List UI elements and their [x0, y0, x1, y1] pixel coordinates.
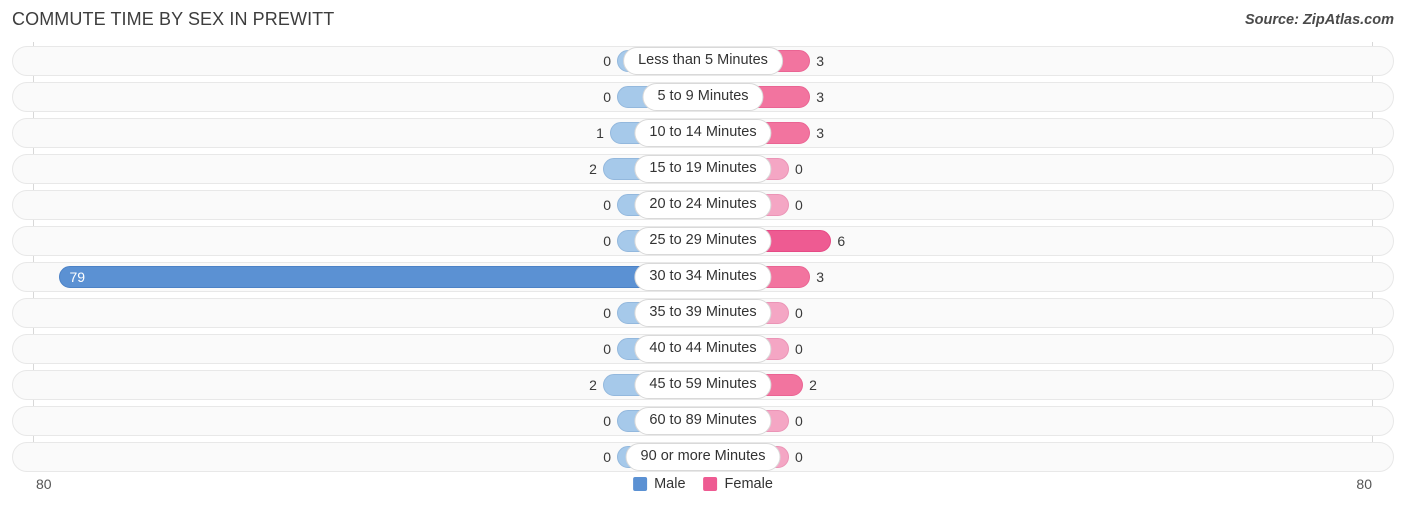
male-value-label: 2 — [589, 377, 597, 393]
category-label: Less than 5 Minutes — [623, 47, 783, 75]
male-value-label: 0 — [603, 89, 611, 105]
male-value-label: 1 — [596, 125, 604, 141]
row-inner: 2 2 45 to 59 Minutes — [13, 371, 1393, 399]
page-title: COMMUTE TIME BY SEX IN PREWITT — [12, 9, 335, 29]
male-value-label: 2 — [589, 161, 597, 177]
source-attribution: Source: ZipAtlas.com — [1244, 12, 1394, 28]
female-value-label: 0 — [795, 413, 803, 429]
male-value-label: 0 — [603, 413, 611, 429]
row-inner: 0 0 35 to 39 Minutes — [13, 299, 1393, 327]
table-row: 0 0 35 to 39 Minutes — [12, 298, 1394, 328]
female-value-label: 0 — [795, 341, 803, 357]
female-value-label: 3 — [816, 269, 824, 285]
row-inner: 1 3 10 to 14 Minutes — [13, 119, 1393, 147]
table-row: 2 0 15 to 19 Minutes — [12, 154, 1394, 184]
male-value-label: 0 — [603, 53, 611, 69]
male-bar — [59, 266, 703, 288]
category-label: 20 to 24 Minutes — [634, 191, 772, 219]
row-inner: 0 0 90 or more Minutes — [13, 443, 1393, 471]
male-value-label: 0 — [603, 233, 611, 249]
chart-legend: Male Female — [633, 476, 773, 492]
axis-tick-left: 80 — [36, 476, 52, 492]
category-label: 45 to 59 Minutes — [634, 371, 772, 399]
legend-label-female: Female — [724, 476, 773, 492]
table-row: 2 2 45 to 59 Minutes — [12, 370, 1394, 400]
male-value-label: 0 — [603, 197, 611, 213]
category-label: 30 to 34 Minutes — [634, 263, 772, 291]
table-row: 0 6 25 to 29 Minutes — [12, 226, 1394, 256]
male-value-label: 0 — [603, 449, 611, 465]
bar-rows: 0 3 Less than 5 Minutes 0 3 5 to 9 Minutes 1 3 1… — [0, 42, 1406, 472]
category-label: 60 to 89 Minutes — [634, 407, 772, 435]
row-inner: 0 6 25 to 29 Minutes — [13, 227, 1393, 255]
female-value-label: 3 — [816, 89, 824, 105]
category-label: 25 to 29 Minutes — [634, 227, 772, 255]
legend-swatch-female-icon — [703, 477, 718, 491]
chart-footer: 80 Male Female 80 — [0, 472, 1406, 514]
chart-plot-area: 0 3 Less than 5 Minutes 0 3 5 to 9 Minutes 1 3 1… — [0, 42, 1406, 472]
category-label: 10 to 14 Minutes — [634, 119, 772, 147]
row-inner: 2 0 15 to 19 Minutes — [13, 155, 1393, 183]
row-inner: 0 0 20 to 24 Minutes — [13, 191, 1393, 219]
category-label: 5 to 9 Minutes — [642, 83, 764, 111]
male-value-label: 79 — [69, 269, 86, 285]
legend-swatch-male-icon — [633, 477, 648, 491]
table-row: 0 3 5 to 9 Minutes — [12, 82, 1394, 112]
female-value-label: 0 — [795, 197, 803, 213]
legend-label-male: Male — [654, 476, 686, 492]
female-value-label: 6 — [837, 233, 846, 249]
female-value-label: 0 — [795, 449, 803, 465]
table-row: 79 3 30 to 34 Minutes — [12, 262, 1394, 292]
table-row: 0 0 40 to 44 Minutes — [12, 334, 1394, 364]
row-inner: 79 3 30 to 34 Minutes — [13, 263, 1393, 291]
axis-tick-right: 80 — [1356, 476, 1372, 492]
female-value-label: 3 — [816, 53, 824, 69]
male-value-label: 0 — [603, 341, 611, 357]
table-row: 0 0 60 to 89 Minutes — [12, 406, 1394, 436]
chart-header: COMMUTE TIME BY SEX IN PREWITT Source: Z… — [0, 0, 1406, 42]
legend-item-female[interactable]: Female — [703, 476, 773, 492]
table-row: 0 3 Less than 5 Minutes — [12, 46, 1394, 76]
category-label: 90 or more Minutes — [625, 443, 781, 471]
table-row: 1 3 10 to 14 Minutes — [12, 118, 1394, 148]
female-value-label: 0 — [795, 305, 803, 321]
category-label: 15 to 19 Minutes — [634, 155, 772, 183]
table-row: 0 0 20 to 24 Minutes — [12, 190, 1394, 220]
category-label: 35 to 39 Minutes — [634, 299, 772, 327]
row-inner: 0 3 5 to 9 Minutes — [13, 83, 1393, 111]
legend-item-male[interactable]: Male — [633, 476, 686, 492]
male-value-label: 0 — [603, 305, 611, 321]
female-value-label: 0 — [795, 161, 803, 177]
row-inner: 0 3 Less than 5 Minutes — [13, 47, 1393, 75]
category-label: 40 to 44 Minutes — [634, 335, 772, 363]
row-inner: 0 0 60 to 89 Minutes — [13, 407, 1393, 435]
table-row: 0 0 90 or more Minutes — [12, 442, 1394, 472]
female-value-label: 2 — [809, 377, 817, 393]
row-inner: 0 0 40 to 44 Minutes — [13, 335, 1393, 363]
female-value-label: 3 — [816, 125, 824, 141]
